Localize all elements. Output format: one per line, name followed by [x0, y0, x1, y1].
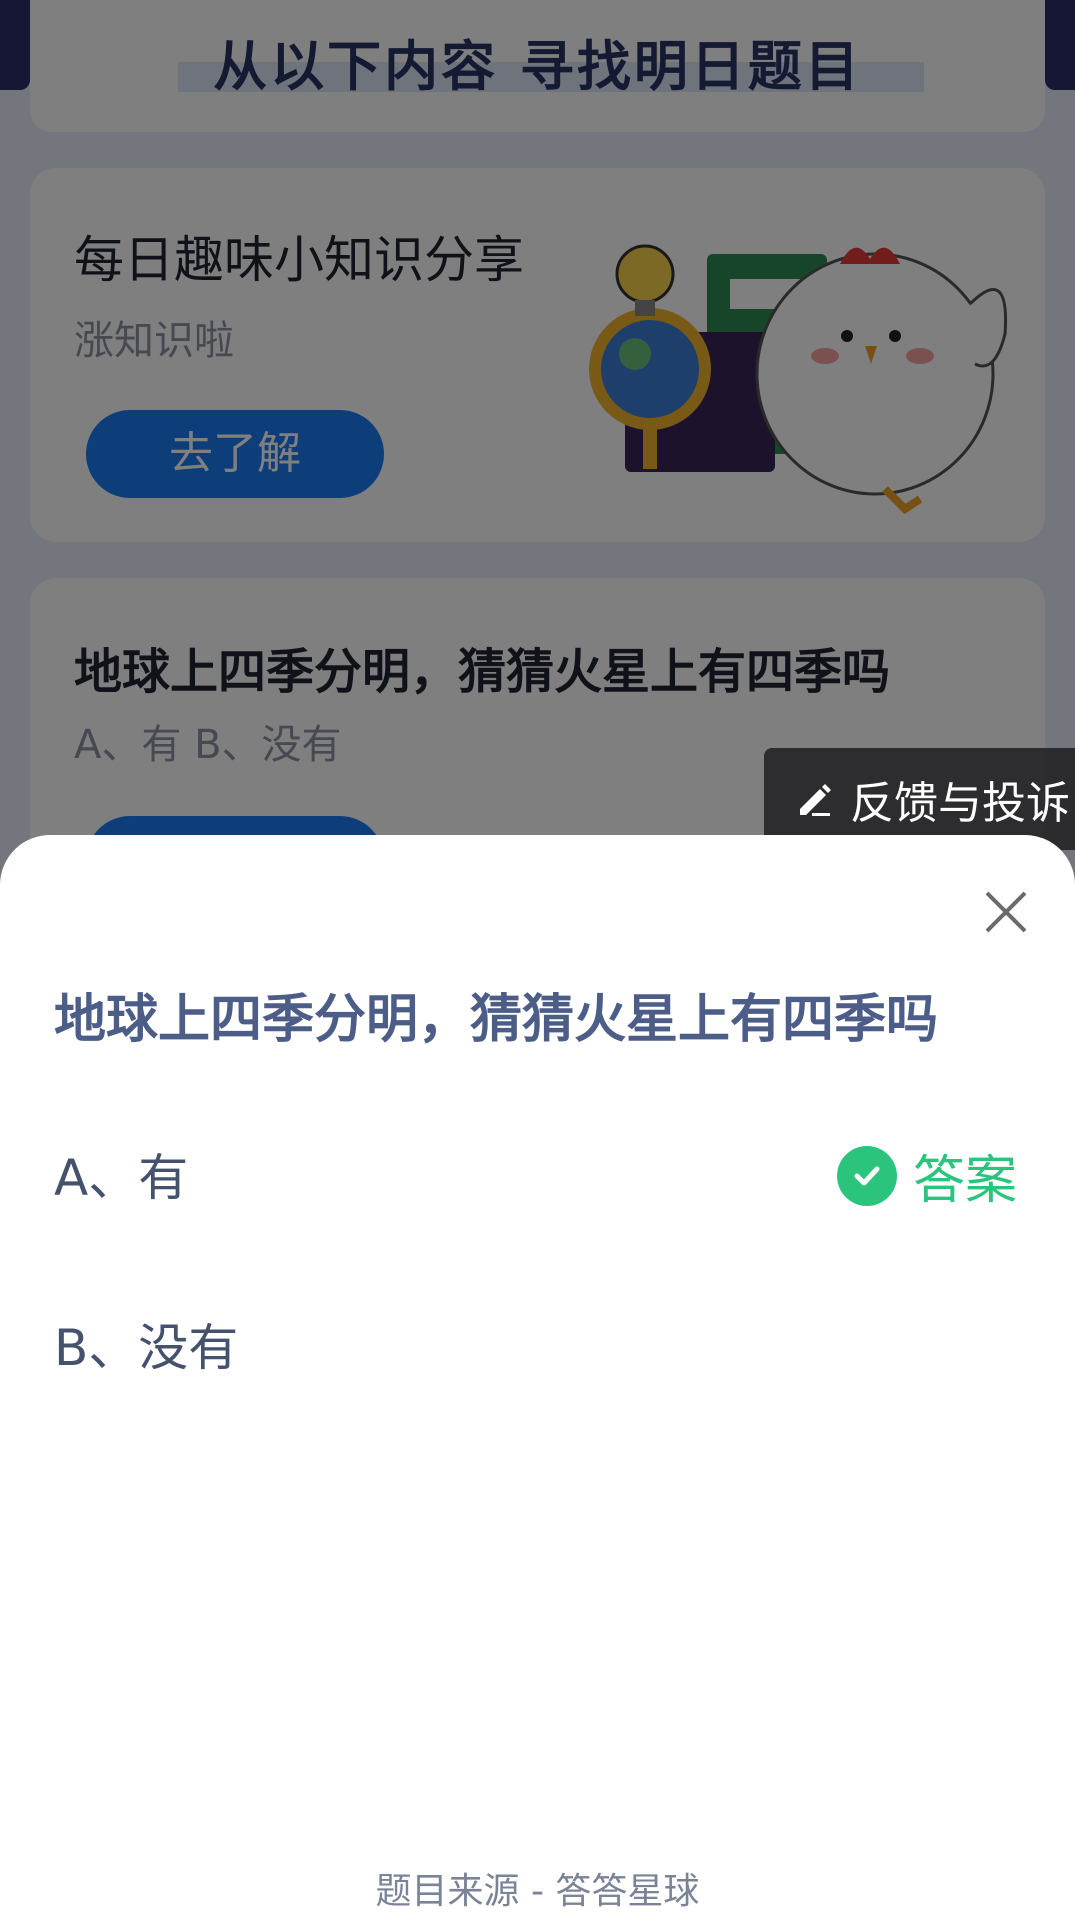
answer-label: 答案 — [912, 1151, 1017, 1211]
pen-icon — [800, 784, 831, 816]
close-icon[interactable] — [981, 887, 1031, 937]
question-source: 题目来源 - 答答星球 — [375, 1871, 700, 1912]
option-a[interactable]: A、有 — [54, 1138, 188, 1210]
option-b[interactable]: B、没有 — [54, 1308, 238, 1380]
check-circle-icon — [836, 1145, 897, 1206]
question-text: 地球上四季分明，猜猜火星上有四季吗 — [54, 990, 939, 1050]
feedback-label: 反馈与投诉 — [850, 778, 1070, 829]
answer-badge: 答案 — [836, 1138, 1017, 1213]
page: 从以下内容 寻找明日题目 每日趣味小知识分享 涨知识啦 去了解 地球上四季分明，… — [0, 0, 1075, 1915]
